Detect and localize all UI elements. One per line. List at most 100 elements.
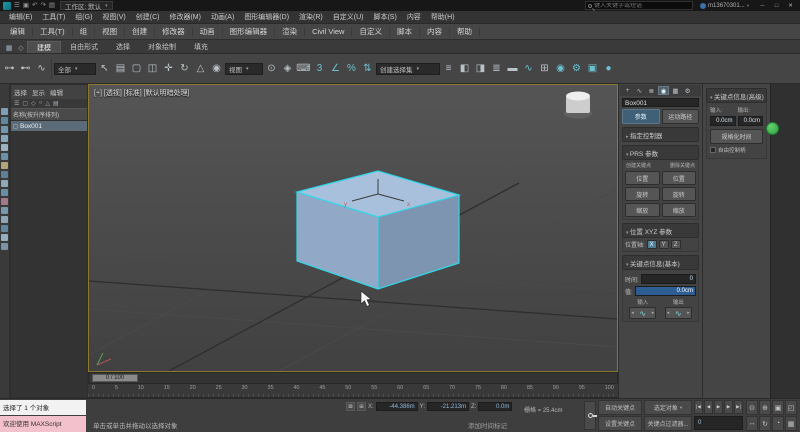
create-rotation-key-button[interactable]: 旋转 xyxy=(625,187,660,201)
axis-button[interactable]: Z xyxy=(671,240,681,249)
side-tool-icon[interactable] xyxy=(1,189,8,196)
create-tab[interactable]: + xyxy=(622,86,633,95)
create-position-key-button[interactable]: 位置 xyxy=(625,171,660,185)
spinner-snap-icon[interactable]: ⇅ xyxy=(360,58,375,80)
side-tool-icon[interactable] xyxy=(1,243,8,250)
create-scale-key-button[interactable]: 缩放 xyxy=(625,203,660,217)
object-name-field[interactable]: Box001 xyxy=(622,98,699,107)
scene-explorer-menu-item[interactable]: 编辑 xyxy=(50,87,63,97)
normalize-time-button[interactable]: 规格化时间 xyxy=(710,129,763,144)
key-info-advanced-header[interactable]: 关键点信息(高级) xyxy=(706,88,767,103)
project-folder-icon[interactable]: ▤ xyxy=(49,1,55,10)
menu-item[interactable]: 工具(T) xyxy=(37,12,70,22)
ribbon-toggle-icon[interactable]: ▬ xyxy=(505,58,520,80)
go-to-start-button[interactable]: |◀ xyxy=(694,400,703,414)
zoom-all-icon[interactable]: ⊕ xyxy=(759,400,771,415)
side-tool-icon[interactable] xyxy=(1,162,8,169)
prs-parameters-header[interactable]: PRS 参数 xyxy=(622,145,699,160)
maxscript-listener-line[interactable]: 选择了 1 个对象 xyxy=(0,400,86,415)
selection-region-icon[interactable]: ▢ xyxy=(129,58,144,80)
previous-frame-button[interactable]: ◀ xyxy=(704,400,713,414)
scene-explorer-menu-item[interactable]: 显示 xyxy=(32,87,45,97)
side-tool-icon[interactable] xyxy=(1,198,8,205)
menu-item[interactable]: 组 xyxy=(73,27,96,37)
render-setup-icon[interactable]: ⚙ xyxy=(569,58,584,80)
material-editor-icon[interactable]: ◉ xyxy=(553,58,568,80)
menu-item[interactable]: 帮助(H) xyxy=(426,12,460,22)
position-xyz-header[interactable]: 位置 XYZ 参数 xyxy=(622,223,699,238)
assign-controller-header[interactable]: 指定控制器 xyxy=(622,127,699,142)
delete-rotation-key-button[interactable]: 旋转 xyxy=(662,187,697,201)
scene-explorer-column-header[interactable]: 名称(按升序排列) xyxy=(11,108,87,121)
select-and-manipulate-icon[interactable]: ◈ xyxy=(280,58,295,80)
set-key-button[interactable] xyxy=(584,401,596,430)
side-tool-icon[interactable] xyxy=(1,180,8,187)
menu-item[interactable]: 动画 xyxy=(193,27,223,37)
select-and-scale-icon[interactable]: △ xyxy=(193,58,208,80)
menu-item[interactable]: 内容 xyxy=(420,27,450,37)
ribbon-tab[interactable]: 对象绘制 xyxy=(139,41,185,53)
select-and-rotate-icon[interactable]: ↻ xyxy=(177,58,192,80)
in-tangent-button[interactable]: ∿ xyxy=(629,307,656,319)
add-time-tag[interactable]: 添加时间标记 xyxy=(468,420,507,430)
use-pivot-center-icon[interactable]: ⊙ xyxy=(264,58,279,80)
search-box[interactable] xyxy=(585,1,693,10)
se-menu-icon[interactable]: ☰ xyxy=(14,100,19,107)
ribbon-tab[interactable]: 填充 xyxy=(185,41,217,53)
current-frame-field[interactable]: 0 xyxy=(694,416,743,430)
selection-filter-combo[interactable]: 全部 xyxy=(54,63,96,75)
field-of-view-icon[interactable]: ◔ xyxy=(772,416,784,431)
zoom-region-icon[interactable]: ◰ xyxy=(785,400,797,415)
x-coord-field[interactable]: -44.386m xyxy=(376,402,418,411)
menu-icon[interactable]: ☰ xyxy=(14,1,20,10)
menu-item[interactable]: 视图 xyxy=(95,27,125,37)
menu-item[interactable]: 创建(C) xyxy=(131,12,165,22)
menu-item[interactable]: 视图(V) xyxy=(97,12,130,22)
menu-item[interactable]: 自定义(U) xyxy=(328,12,369,22)
z-coord-field[interactable]: 0.0m xyxy=(478,402,512,411)
pan-icon[interactable]: ↔ xyxy=(746,416,758,431)
go-to-end-button[interactable]: ▶| xyxy=(734,400,743,414)
selection-lock-icon[interactable]: ⊠ xyxy=(346,402,355,411)
select-by-name-icon[interactable]: ▤ xyxy=(113,58,128,80)
app-logo-icon[interactable] xyxy=(3,2,11,10)
menu-item[interactable]: 工具(T) xyxy=(33,27,73,37)
se-lights-filter-icon[interactable]: ○ xyxy=(39,100,43,107)
layer-explorer-icon[interactable]: ≣ xyxy=(489,58,504,80)
reference-coordinate-combo[interactable]: 视图 xyxy=(225,63,263,75)
menu-item[interactable]: Civil View xyxy=(305,27,352,37)
maxscript-macro-line[interactable]: 欢迎使用 MAXScript xyxy=(0,416,86,432)
menu-item[interactable]: 修改器(M) xyxy=(164,12,206,22)
select-object-icon[interactable]: ↖ xyxy=(97,58,112,80)
viewcube[interactable] xyxy=(564,92,592,119)
menu-item[interactable]: 内容 xyxy=(402,12,426,22)
out-tangent-button[interactable]: ∿ xyxy=(665,307,692,319)
menu-item[interactable]: 图形编辑器 xyxy=(223,27,276,37)
minimize-button[interactable]: ─ xyxy=(756,1,769,10)
key-info-basic-header[interactable]: 关键点信息(基本) xyxy=(622,255,699,270)
trajectories-button[interactable]: 运动路径 xyxy=(662,109,700,124)
menu-item[interactable]: 脚本 xyxy=(390,27,420,37)
menu-item[interactable]: 渲染 xyxy=(275,27,305,37)
key-filters-button[interactable]: 关键点过滤器... xyxy=(644,416,692,431)
zoom-extents-icon[interactable]: ▣ xyxy=(772,400,784,415)
rendered-frame-icon[interactable]: ▣ xyxy=(585,58,600,80)
render-production-icon[interactable]: ● xyxy=(601,58,616,80)
next-frame-button[interactable]: ▶ xyxy=(724,400,733,414)
menu-item[interactable]: 修改器 xyxy=(155,27,193,37)
parameters-button[interactable]: 参数 xyxy=(622,109,660,124)
menu-item[interactable]: 渲染(R) xyxy=(294,12,328,22)
value-field[interactable]: 0.0cm xyxy=(635,286,696,296)
se-cameras-filter-icon[interactable]: △ xyxy=(45,100,50,107)
utilities-tab[interactable]: ⚙ xyxy=(682,86,693,95)
track-bar[interactable]: 0510152025303540455055606570758085909510… xyxy=(88,384,618,398)
time-slider[interactable]: 0 / 100 xyxy=(88,372,618,384)
viewport-label[interactable]: [+] [透视] [标准] [默认明暗处理] xyxy=(94,88,189,98)
snaps-toggle-icon[interactable]: 3 xyxy=(312,58,327,80)
menu-item[interactable]: 编辑(E) xyxy=(4,12,37,22)
menu-item[interactable]: 自定义 xyxy=(352,27,390,37)
select-and-link-icon[interactable]: ⊶ xyxy=(2,58,17,80)
delete-position-key-button[interactable]: 位置 xyxy=(662,171,697,185)
edit-named-selections-icon[interactable]: ≡ xyxy=(441,58,456,80)
window-crossing-icon[interactable]: ◫ xyxy=(145,58,160,80)
